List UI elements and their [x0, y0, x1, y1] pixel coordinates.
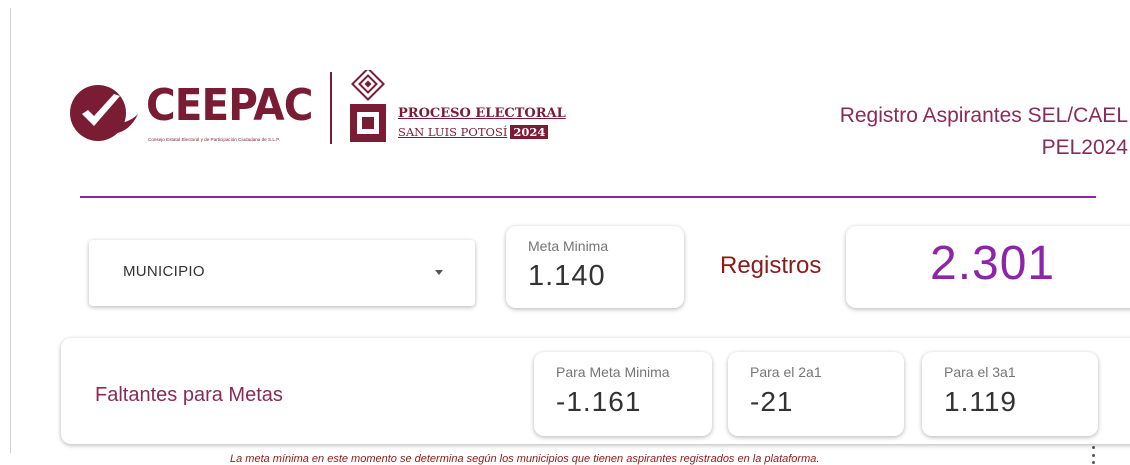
process-year: 2024: [510, 125, 549, 139]
process-title: PROCESO ELECTORAL: [398, 106, 566, 121]
faltante-2a1-value: -21: [750, 386, 794, 417]
ceepac-subtitle: Consejo Estatal Electoral y de Participa…: [148, 137, 280, 142]
faltantes-label: Faltantes para Metas: [95, 384, 283, 406]
registros-card: 2.301: [846, 226, 1130, 308]
faltante-3a1-label: Para el 3a1: [944, 364, 1016, 380]
meta-minima-card: Meta Minima 1.140: [506, 226, 684, 308]
faltante-3a1-card: Para el 3a1 1.119: [922, 352, 1098, 436]
faltante-meta-minima-value: -1.161: [556, 386, 642, 417]
municipio-dropdown[interactable]: MUNICIPIO: [89, 240, 475, 306]
proceso-electoral-icon: [350, 70, 386, 142]
logo-divider: [330, 72, 332, 144]
header-logo: CEEPAC Consejo Estatal Electoral y de Pa…: [68, 70, 568, 150]
faltantes-panel: Faltantes para Metas Para Meta Minima -1…: [61, 338, 1130, 444]
header-divider: [80, 196, 1096, 198]
faltante-2a1-card: Para el 2a1 -21: [728, 352, 904, 436]
kebab-dot: [1091, 453, 1095, 457]
municipio-dropdown-value: MUNICIPIO: [123, 263, 205, 280]
more-options-icon[interactable]: [1090, 446, 1096, 464]
process-place: SAN LUIS POTOSÍ: [398, 125, 508, 139]
page-title-line2: PEL2024: [1041, 136, 1128, 159]
registros-label: Registros: [720, 252, 822, 279]
kebab-dot: [1091, 461, 1095, 464]
meta-minima-label: Meta Minima: [528, 238, 609, 254]
page-title: Registro Aspirantes SEL/CAEL PEL2024: [708, 100, 1128, 164]
ceepac-wordmark: CEEPAC: [146, 80, 313, 131]
page-title-line1: Registro Aspirantes SEL/CAEL: [839, 104, 1128, 127]
faltante-2a1-label: Para el 2a1: [750, 364, 822, 380]
kebab-dot: [1091, 446, 1095, 449]
faltante-3a1-value: 1.119: [944, 386, 1017, 417]
caret-down-icon[interactable]: [435, 270, 443, 275]
registros-value: 2.301: [930, 237, 1056, 290]
faltante-meta-minima-card: Para Meta Minima -1.161: [534, 352, 712, 436]
footnote: La meta mínima en este momento se determ…: [230, 453, 820, 465]
meta-minima-value: 1.140: [528, 260, 606, 292]
faltante-meta-minima-label: Para Meta Minima: [556, 364, 670, 380]
left-border: [10, 8, 11, 453]
ceepac-logo-icon: [70, 85, 138, 141]
process-subtitle: SAN LUIS POTOSÍ 2024: [398, 125, 549, 139]
